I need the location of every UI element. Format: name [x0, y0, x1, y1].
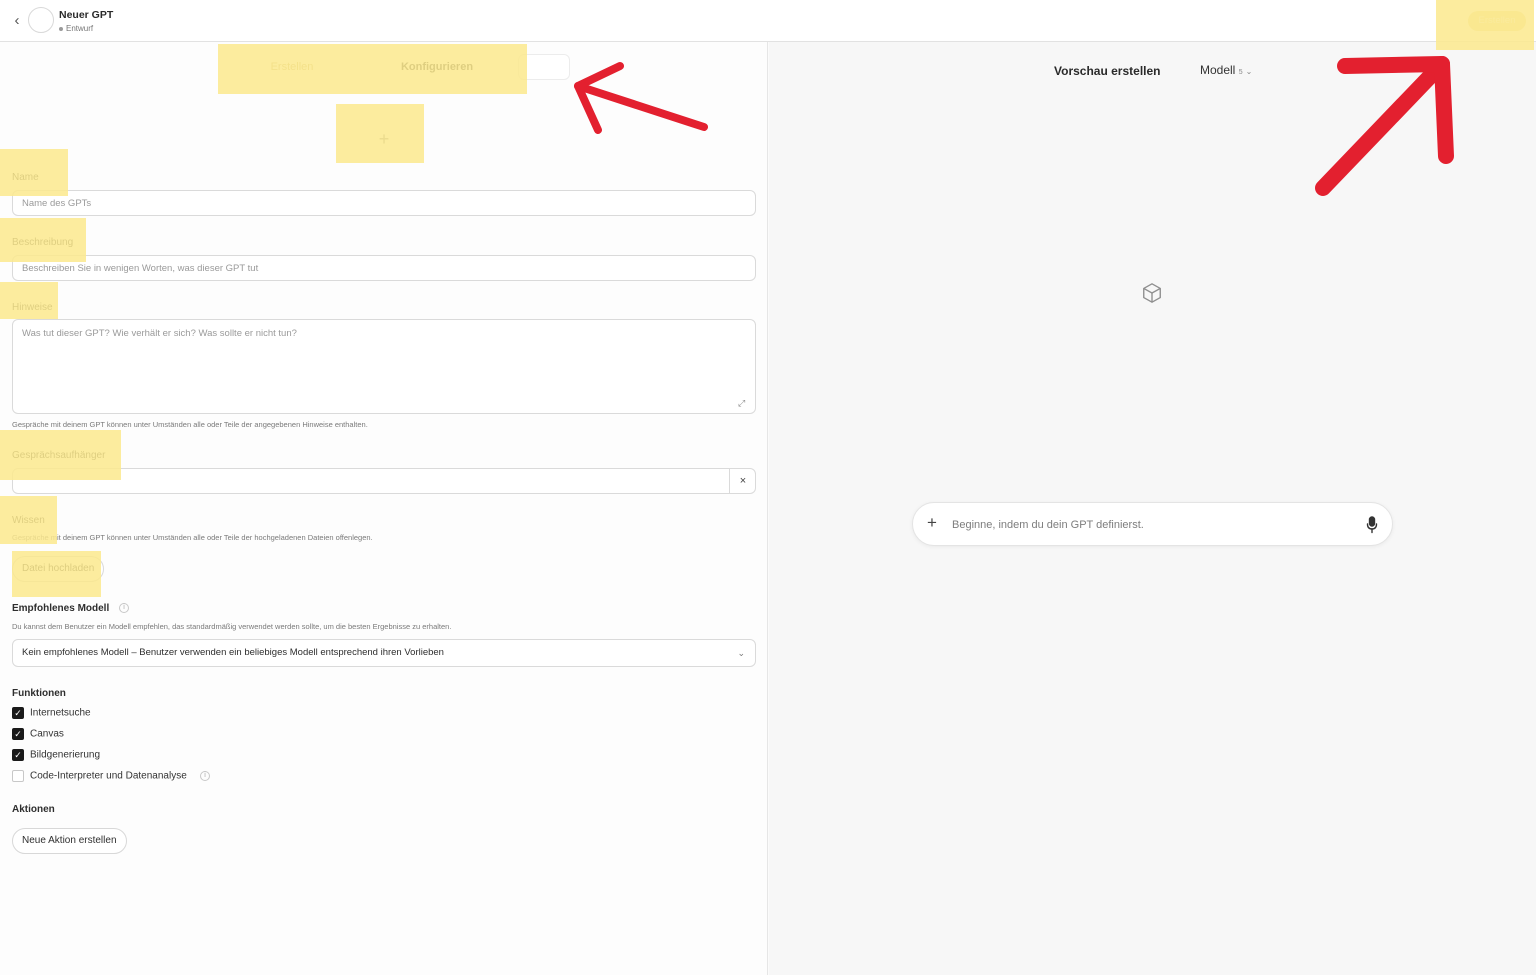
- recommended-model-select[interactable]: Kein empfohlenes Modell – Benutzer verwe…: [12, 639, 756, 667]
- checkbox-checked-icon[interactable]: ✓: [12, 707, 24, 719]
- gpt-title: Neuer GPT: [59, 9, 114, 21]
- checkbox-code-interpreter[interactable]: Code-Interpreter und Datenanalyse: [12, 770, 187, 784]
- checkbox-checked-icon[interactable]: ✓: [12, 749, 24, 761]
- instructions-hint: Gespräche mit deinem GPT können unter Um…: [12, 420, 368, 429]
- chevron-down-icon: ⌄: [737, 648, 745, 658]
- gpt-status: Entwurf: [59, 24, 93, 33]
- checkbox-canvas[interactable]: ✓ Canvas: [12, 728, 64, 742]
- plus-icon[interactable]: +: [927, 513, 937, 533]
- upload-file-button[interactable]: Datei hochladen: [12, 556, 105, 582]
- model-label: Modell: [1200, 63, 1236, 77]
- expand-icon[interactable]: ⤢: [738, 398, 745, 409]
- info-icon[interactable]: i: [200, 771, 210, 781]
- recommended-model-hint: Du kannst dem Benutzer ein Modell empfeh…: [12, 622, 452, 631]
- checkbox-label: Code-Interpreter und Datenanalyse: [30, 770, 187, 782]
- knowledge-label: Wissen: [12, 515, 45, 526]
- microphone-icon[interactable]: [1366, 516, 1378, 534]
- model-selector[interactable]: Modell 5 ⌄: [1200, 63, 1252, 77]
- checkbox-label: Internetsuche: [30, 707, 91, 719]
- top-bar: ‹ Neuer GPT Entwurf Erstellen: [0, 0, 1536, 42]
- checkbox-label: Bildgenerierung: [30, 749, 101, 761]
- description-input[interactable]: [12, 255, 756, 281]
- functions-label: Funktionen: [12, 688, 66, 699]
- gpt-cube-icon: [1143, 283, 1161, 303]
- status-dot-icon: [59, 26, 63, 31]
- instructions-textarea[interactable]: [12, 319, 756, 414]
- status-text: Entwurf: [66, 24, 94, 33]
- checkbox-label: Canvas: [30, 728, 64, 740]
- preview-message-input[interactable]: [952, 515, 1352, 535]
- name-label: Name: [12, 172, 39, 183]
- tab-configure[interactable]: Konfigurieren: [378, 53, 496, 81]
- info-icon[interactable]: i: [119, 603, 129, 613]
- instructions-label: Hinweise: [12, 302, 53, 313]
- configure-panel: Erstellen Konfigurieren + Name Beschreib…: [0, 42, 768, 975]
- upload-image-plus-icon[interactable]: +: [374, 129, 394, 149]
- back-arrow-icon[interactable]: ‹: [8, 12, 26, 30]
- gpt-avatar: [28, 7, 54, 33]
- checkbox-checked-icon[interactable]: ✓: [12, 728, 24, 740]
- knowledge-hint: Gespräche mit deinem GPT können unter Um…: [12, 533, 373, 542]
- conversation-starter-input[interactable]: [12, 468, 756, 494]
- description-label: Beschreibung: [12, 237, 74, 248]
- starters-label: Gesprächsaufhänger: [12, 450, 106, 461]
- tab-outline: [518, 54, 570, 80]
- preview-title: Vorschau erstellen: [1054, 64, 1161, 78]
- chat-composer: +: [912, 502, 1393, 546]
- tab-create[interactable]: Erstellen: [218, 53, 366, 81]
- checkbox-unchecked-icon[interactable]: [12, 770, 24, 782]
- recommended-model-value: Kein empfohlenes Modell – Benutzer verwe…: [22, 647, 444, 658]
- model-version: 5: [1238, 69, 1243, 76]
- name-input[interactable]: [12, 190, 756, 216]
- recommended-model-label: Empfohlenes Modell: [12, 603, 110, 614]
- checkbox-image-generation[interactable]: ✓ Bildgenerierung: [12, 749, 100, 763]
- remove-starter-icon[interactable]: ×: [729, 468, 756, 494]
- create-gpt-button[interactable]: Erstellen: [1468, 11, 1526, 31]
- checkbox-internet-search[interactable]: ✓ Internetsuche: [12, 707, 91, 721]
- new-action-button[interactable]: Neue Aktion erstellen: [12, 828, 127, 854]
- preview-panel: Vorschau erstellen Modell 5 ⌄ +: [769, 42, 1536, 975]
- tab-switcher: Erstellen Konfigurieren: [218, 53, 570, 81]
- chevron-down-icon: ⌄: [1245, 67, 1253, 76]
- actions-label: Aktionen: [12, 804, 55, 815]
